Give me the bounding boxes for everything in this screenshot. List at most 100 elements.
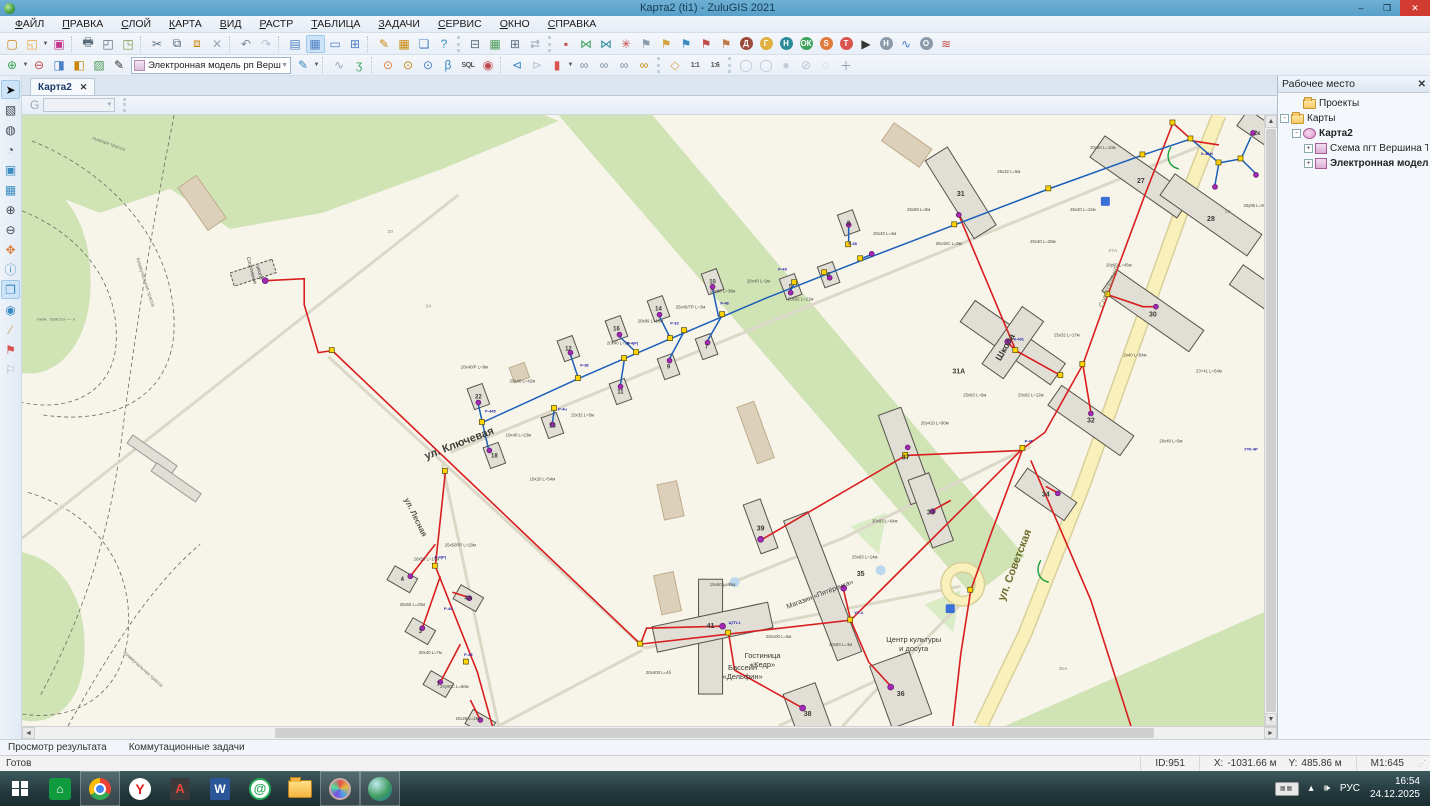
copy-icon[interactable]: ⧉: [168, 35, 187, 53]
map-svg[interactable]: ул. Ключеваяул. Леснаяул. СоветскаяСовет…: [22, 115, 1264, 726]
edit-pencil-icon[interactable]: ✎: [375, 35, 394, 53]
circle-o-button[interactable]: О: [917, 35, 936, 53]
store-icon[interactable]: ⌂: [40, 771, 80, 806]
explorer-icon[interactable]: [280, 771, 320, 806]
tab-close-icon[interactable]: ✕: [80, 82, 88, 93]
measure-tool[interactable]: ∕: [1, 320, 20, 339]
window-icon[interactable]: ❏: [415, 35, 434, 53]
volume-icon[interactable]: 🕪: [1324, 783, 1330, 794]
tree-item-проекты[interactable]: Проекты: [1280, 96, 1428, 111]
node-mode-3-icon[interactable]: ∞: [615, 56, 634, 74]
label-tag-icon[interactable]: ◇: [666, 56, 685, 74]
save-icon[interactable]: ▣: [50, 35, 69, 53]
poly-tool-1-icon[interactable]: ◯: [737, 56, 756, 74]
paste-icon[interactable]: ⧈: [188, 35, 207, 53]
tree-item-карты[interactable]: -Карты: [1280, 111, 1428, 126]
menu-вид[interactable]: ВИД: [211, 17, 251, 31]
word-icon[interactable]: W: [200, 771, 240, 806]
chart-button[interactable]: ∿: [897, 35, 916, 53]
layer-search-tool[interactable]: ❐: [1, 280, 20, 299]
navigator-tool[interactable]: ◉: [1, 300, 20, 319]
pan-hand-tool[interactable]: ✥: [1, 240, 20, 259]
sql-query-icon[interactable]: SQL: [459, 56, 478, 74]
layer-edit-icon[interactable]: ◧: [70, 56, 89, 74]
map-search-combo[interactable]: ▼: [43, 98, 115, 112]
circle-t-button[interactable]: Т: [837, 35, 856, 53]
analysis-cubes-icon[interactable]: ▪: [557, 35, 576, 53]
scale-1-6-icon[interactable]: 1:6: [706, 56, 725, 74]
chrome-icon[interactable]: [80, 771, 120, 806]
menu-задачи[interactable]: ЗАДАЧИ: [369, 17, 429, 31]
new-document-icon[interactable]: ▢: [3, 35, 22, 53]
touch-keyboard-icon[interactable]: ▦▦: [1275, 782, 1299, 796]
topology-icon[interactable]: ʒ: [350, 56, 369, 74]
map-vertical-scrollbar[interactable]: ▲ ▼: [1264, 115, 1277, 726]
language-indicator[interactable]: РУС: [1340, 783, 1360, 794]
tree-item-схема-пгт-вершина-т[interactable]: +Схема пгт Вершина Т: [1280, 141, 1428, 156]
export-icon[interactable]: ◳: [119, 35, 138, 53]
search-b-icon[interactable]: β: [439, 56, 458, 74]
add-layer-icon-dropdown[interactable]: ▼: [22, 62, 29, 68]
nav-forward-icon[interactable]: ⊳: [528, 56, 547, 74]
node-mode-2-icon[interactable]: ∞: [595, 56, 614, 74]
source-node-icon[interactable]: ✳: [617, 35, 636, 53]
circle-h-button[interactable]: Н: [877, 35, 896, 53]
vscroll-thumb[interactable]: [1266, 129, 1276, 712]
menu-справка[interactable]: СПРАВКА: [539, 17, 606, 31]
tray-expand-icon[interactable]: ▴: [1309, 783, 1314, 794]
bookmark-icon[interactable]: ▮: [548, 56, 567, 74]
scroll-left-icon[interactable]: ◄: [22, 727, 35, 739]
hscroll-thumb[interactable]: [275, 728, 1154, 738]
yandex-browser-icon[interactable]: Y: [120, 771, 160, 806]
hsplit-panel-icon[interactable]: ▭: [326, 35, 345, 53]
table-export-icon[interactable]: ⊟: [466, 35, 485, 53]
mail-icon[interactable]: @: [240, 771, 280, 806]
menu-таблица[interactable]: ТАБЛИЦА: [302, 17, 369, 31]
delete-icon[interactable]: ✕: [208, 35, 227, 53]
print-icon[interactable]: 🖶: [79, 35, 98, 53]
poly-tool-4-icon[interactable]: ⊘: [797, 56, 816, 74]
tab-karta2[interactable]: Карта2 ✕: [30, 78, 95, 95]
flag-tool[interactable]: ⚑: [1, 340, 20, 359]
poly-tool-3-icon[interactable]: ●: [777, 56, 796, 74]
expand-icon[interactable]: +: [1304, 159, 1313, 168]
legend-panel-icon[interactable]: ▤: [286, 35, 305, 53]
table-edit-icon[interactable]: ▦: [395, 35, 414, 53]
nav-back-icon[interactable]: ⊲: [508, 56, 527, 74]
select-circle-tool[interactable]: ◍: [1, 120, 20, 139]
link-objects-icon[interactable]: ∿: [330, 56, 349, 74]
map-canvas[interactable]: ул. Ключеваяул. Леснаяул. СоветскаяСовет…: [22, 115, 1264, 726]
poly-add-icon[interactable]: ＋: [837, 56, 856, 74]
circle-s-button[interactable]: S: [817, 35, 836, 53]
flag-blue-icon[interactable]: ⚑: [677, 35, 696, 53]
menu-растр[interactable]: РАСТР: [250, 17, 302, 31]
layer-properties-icon[interactable]: ◨: [50, 56, 69, 74]
open-folder-icon-dropdown[interactable]: ▼: [42, 41, 49, 47]
print-preview-icon[interactable]: ◰: [99, 35, 118, 53]
circle-n-button[interactable]: Н: [777, 35, 796, 53]
close-button[interactable]: ✕: [1400, 0, 1430, 16]
expand-icon[interactable]: +: [1304, 144, 1313, 153]
search-list-icon[interactable]: ⊙: [419, 56, 438, 74]
poly-tool-2-icon[interactable]: ◯: [757, 56, 776, 74]
piezometric-graph-button[interactable]: ≋: [937, 35, 956, 53]
edit-mode-pencil-icon[interactable]: ✎: [294, 56, 313, 74]
redo-icon[interactable]: ↷: [257, 35, 276, 53]
clock[interactable]: 16:54 24.12.2025: [1370, 776, 1420, 801]
scale-1-1-icon[interactable]: 1:1: [686, 56, 705, 74]
combo-dropdown-icon[interactable]: ▼: [106, 102, 112, 108]
zoom-extent-tool[interactable]: ▣: [1, 160, 20, 179]
layers-panel-icon[interactable]: ▦: [306, 35, 325, 53]
geo-pin-icon[interactable]: ◉: [479, 56, 498, 74]
select-lasso-tool[interactable]: ◔: [1, 140, 20, 159]
edit-mode-pencil-icon-dropdown[interactable]: ▼: [313, 62, 320, 68]
add-layer-icon[interactable]: ⊕: [3, 56, 22, 74]
table-link-icon[interactable]: ⊞: [506, 35, 525, 53]
flag-double-icon[interactable]: ⚑: [717, 35, 736, 53]
search-db-icon[interactable]: ⊙: [399, 56, 418, 74]
flag-gray-icon[interactable]: ⚑: [637, 35, 656, 53]
menu-слой[interactable]: СЛОЙ: [112, 17, 160, 31]
flag-yellow-icon[interactable]: ⚑: [657, 35, 676, 53]
collapse-icon[interactable]: -: [1292, 129, 1301, 138]
node-mode-1-icon[interactable]: ∞: [575, 56, 594, 74]
